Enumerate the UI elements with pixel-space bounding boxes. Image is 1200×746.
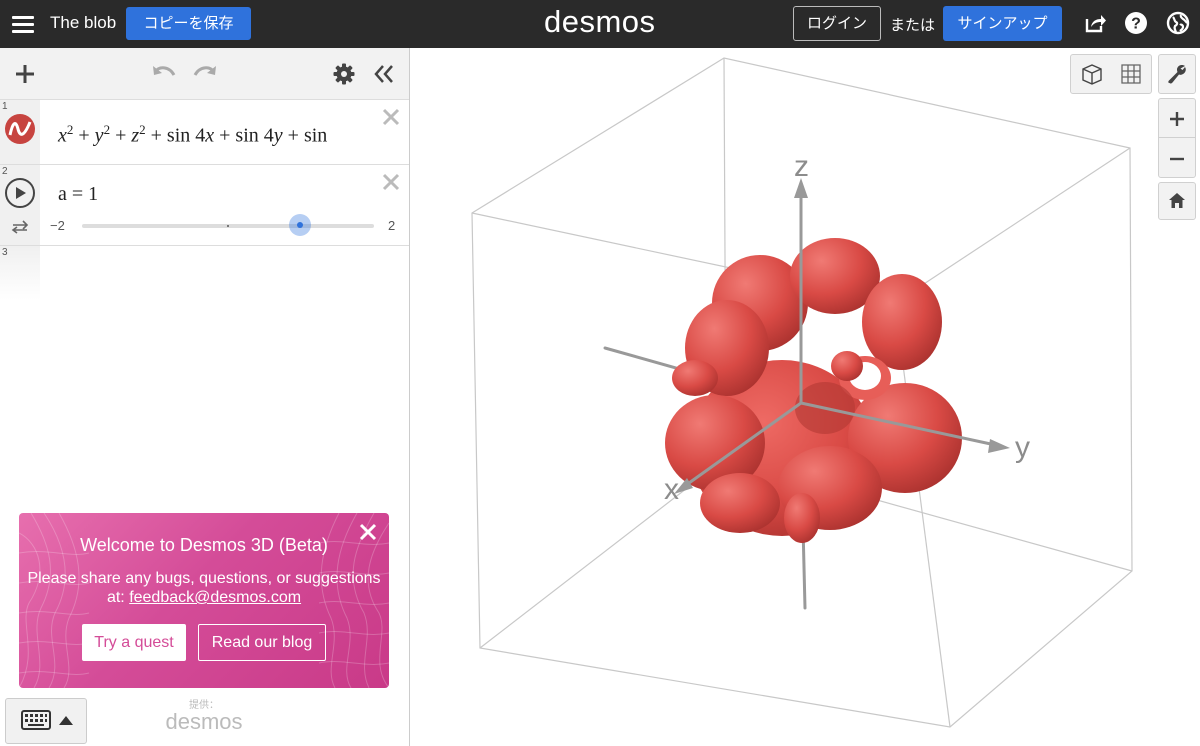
feedback-email-link[interactable]: feedback@desmos.com	[129, 589, 301, 606]
wrench-icon	[1168, 65, 1186, 84]
z-axis-label: z	[794, 150, 809, 183]
cube-view-icon[interactable]	[1080, 63, 1104, 85]
add-icon[interactable]	[14, 63, 36, 85]
slider-track[interactable]	[82, 224, 374, 228]
graph-canvas[interactable]: z y x	[410, 48, 1200, 746]
welcome-banner: Welcome to Desmos 3D (Beta) Please share…	[19, 513, 389, 688]
expression-color-icon[interactable]	[4, 113, 36, 145]
view-toggle-group	[1070, 54, 1152, 94]
expression-number: 3	[2, 247, 8, 258]
slider-min: −2	[50, 218, 65, 233]
zoom-in-icon[interactable]	[1169, 111, 1185, 127]
slider-definition[interactable]: a = 1	[58, 183, 98, 206]
globe-icon[interactable]	[1166, 11, 1190, 35]
undo-icon[interactable]	[151, 64, 177, 82]
x-axis-label: x	[664, 473, 679, 506]
or-text: または	[890, 17, 936, 34]
settings-gear-icon[interactable]	[333, 63, 355, 85]
graph-settings-button[interactable]	[1158, 54, 1196, 94]
close-icon[interactable]	[359, 523, 377, 541]
share-icon[interactable]	[1083, 11, 1107, 35]
keyboard-toggle-button[interactable]	[5, 698, 87, 744]
welcome-message: Please share any bugs, questions, or sug…	[27, 570, 381, 606]
signup-button[interactable]: サインアップ	[943, 6, 1062, 41]
grid-view-icon[interactable]	[1120, 63, 1142, 85]
expression-gutter: 1	[0, 100, 40, 164]
home-button[interactable]	[1158, 182, 1196, 220]
top-bar: The blob コピーを保存 desmos ログイン または サインアップ ?	[0, 0, 1200, 48]
slider-max: 2	[388, 218, 396, 233]
welcome-title: Welcome to Desmos 3D (Beta)	[80, 535, 328, 555]
svg-text:?: ?	[1131, 16, 1141, 33]
expression-list: 1 x2 + y2 + z2 + sin 4x + sin 4y + sin 2	[0, 48, 410, 746]
expression-row-1[interactable]: 1 x2 + y2 + z2 + sin 4x + sin 4y + sin	[0, 100, 409, 165]
expression-gutter: 2	[0, 165, 40, 245]
read-blog-button[interactable]: Read our blog	[198, 624, 326, 661]
home-icon	[1169, 193, 1185, 208]
graph-title[interactable]: The blob	[50, 13, 116, 33]
expression-toolbar	[0, 48, 409, 100]
help-icon[interactable]: ?	[1124, 11, 1148, 35]
save-copy-button[interactable]: コピーを保存	[126, 7, 251, 40]
powered-by-desmos: 提供： desmos	[163, 696, 245, 733]
menu-icon[interactable]	[12, 13, 34, 35]
zoom-controls	[1158, 98, 1196, 178]
delete-expression-icon[interactable]	[381, 107, 401, 127]
slider-handle[interactable]	[289, 214, 311, 236]
play-icon[interactable]	[4, 177, 36, 209]
keyboard-icon	[21, 710, 51, 730]
zoom-out-icon[interactable]	[1169, 151, 1185, 167]
expression-number: 2	[2, 166, 8, 177]
loop-icon[interactable]	[11, 220, 29, 234]
try-quest-button[interactable]: Try a quest	[82, 624, 186, 661]
expression-number: 1	[2, 101, 8, 112]
redo-icon[interactable]	[192, 64, 218, 82]
expression-row-2[interactable]: 2 a = 1	[0, 165, 409, 246]
collapse-list-icon[interactable]	[373, 64, 395, 84]
implicit-surface[interactable]	[665, 238, 962, 543]
login-button[interactable]: ログイン	[793, 6, 881, 41]
delete-expression-icon[interactable]	[381, 172, 401, 192]
expression-math[interactable]: x2 + y2 + z2 + sin 4x + sin 4y + sin	[58, 122, 327, 148]
powered-by-logo: desmos	[165, 709, 243, 734]
y-axis-label: y	[1015, 431, 1030, 464]
chevron-up-icon	[59, 716, 73, 725]
desmos-logo: desmos	[544, 4, 656, 39]
expression-row-3[interactable]: 3	[0, 246, 40, 300]
